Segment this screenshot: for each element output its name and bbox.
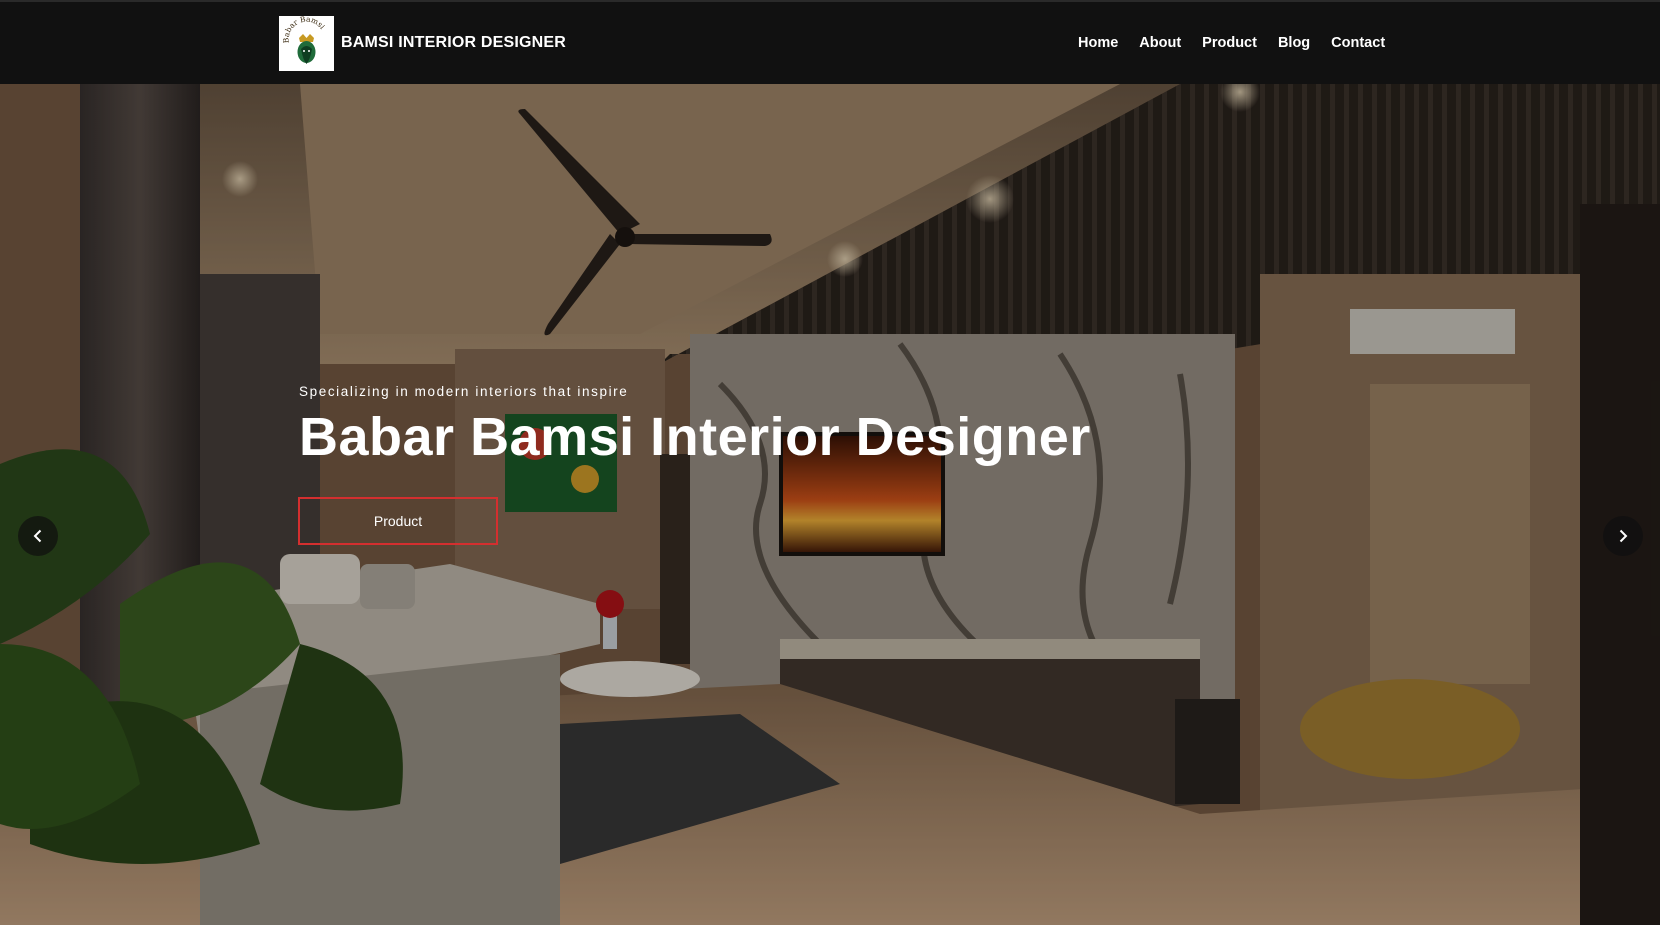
hero-overlay <box>0 84 1660 925</box>
brand-logo[interactable]: Babar Bamsi <box>279 16 334 71</box>
carousel-next-button[interactable] <box>1603 516 1643 556</box>
navbar: Babar Bamsi BAMSI INTERIOR DESIGNER Home… <box>0 0 1660 84</box>
hero-subtitle: Specializing in modern interiors that in… <box>299 384 629 399</box>
nav-contact[interactable]: Contact <box>1331 35 1385 51</box>
hero-title: Babar Bamsi Interior Designer <box>299 407 1091 467</box>
nav-product[interactable]: Product <box>1202 35 1257 51</box>
hero-product-button[interactable]: Product <box>298 497 498 545</box>
nav-home[interactable]: Home <box>1078 35 1118 51</box>
chevron-left-icon <box>33 529 42 543</box>
nav-blog[interactable]: Blog <box>1278 35 1310 51</box>
main-nav: Home About Product Blog Contact <box>1078 35 1385 51</box>
nav-about[interactable]: About <box>1139 35 1181 51</box>
hero-carousel: Specializing in modern interiors that in… <box>0 84 1660 925</box>
lion-crest-icon: Babar Bamsi <box>282 16 327 64</box>
chevron-right-icon <box>1619 529 1628 543</box>
brand-name[interactable]: BAMSI INTERIOR DESIGNER <box>341 34 566 52</box>
carousel-prev-button[interactable] <box>18 516 58 556</box>
